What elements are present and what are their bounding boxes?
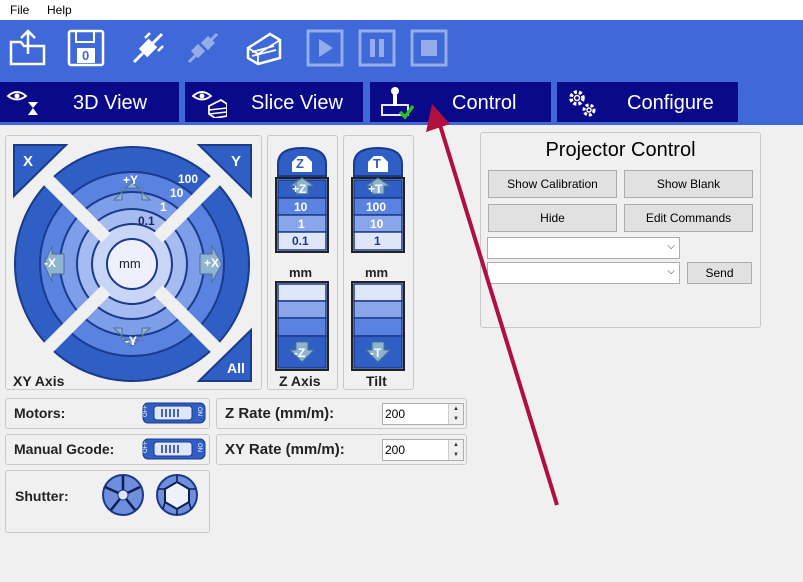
- minus-y-label: -Y: [125, 334, 137, 348]
- z-step-01: 0.1: [292, 234, 309, 248]
- z-unit-label: mm: [289, 265, 313, 280]
- tab-3d-view-label: 3D View: [73, 92, 148, 114]
- projector-control-panel: Projector Control Show Calibration Show …: [480, 132, 761, 328]
- z-axis-title: Z Axis: [279, 373, 321, 389]
- xy-rate-label: XY Rate (mm/m):: [225, 441, 345, 458]
- stop-icon[interactable]: [409, 28, 449, 68]
- home-y-label: Y: [231, 153, 242, 170]
- t-step-1: 1: [374, 234, 381, 248]
- connect-icon[interactable]: [128, 28, 168, 68]
- t-down-10-button[interactable]: [353, 300, 403, 319]
- open-folder-icon[interactable]: [8, 28, 48, 68]
- z-axis-panel: Z +Z 10 1 0.1 mm -Z Z Axis: [267, 135, 338, 390]
- t-step-10: 10: [370, 217, 384, 231]
- manual-gcode-toggle[interactable]: OFF ON: [142, 438, 206, 460]
- t-up-label: +T: [368, 182, 383, 196]
- z-rate-panel: Z Rate (mm/m): 200 ▲ ▼: [216, 398, 467, 429]
- save-icon[interactable]: 0: [66, 28, 106, 68]
- xy-rate-panel: XY Rate (mm/m): 200 ▲ ▼: [216, 434, 467, 465]
- manual-gcode-panel: Manual Gcode: OFF ON: [5, 434, 210, 465]
- z-down-01-button[interactable]: [277, 283, 327, 302]
- home-x-label: X: [23, 153, 34, 170]
- xy-rate-input[interactable]: 200 ▲ ▼: [382, 439, 464, 461]
- slice-icon[interactable]: [244, 28, 284, 68]
- motors-label: Motors:: [14, 405, 66, 421]
- t-down-100-button[interactable]: [353, 317, 403, 337]
- xy-axis-title: XY Axis: [13, 373, 65, 389]
- eye-icon: [191, 91, 227, 118]
- z-up-label: +Z: [292, 182, 307, 196]
- manual-gcode-label: Manual Gcode:: [14, 441, 115, 457]
- plus-y-label: +Y: [123, 173, 139, 187]
- z-rate-label: Z Rate (mm/m):: [225, 405, 335, 422]
- tab-control[interactable]: Control: [370, 82, 551, 122]
- plus-x-label: +X: [204, 256, 220, 270]
- z-down-1-button[interactable]: [277, 300, 327, 319]
- gcode-on-label: ON: [196, 443, 202, 452]
- play-icon[interactable]: [305, 28, 345, 68]
- home-t-label: T: [373, 156, 381, 171]
- eye-icon: [6, 91, 38, 115]
- ring-10-label: 10: [170, 186, 184, 200]
- tilt-unit-label: mm: [365, 265, 389, 280]
- chevron-down-icon: ⌵: [667, 241, 675, 252]
- toolbar: 0: [0, 20, 803, 81]
- projector-title: Projector Control: [545, 139, 696, 161]
- joystick-icon: [381, 87, 414, 120]
- z-step-1: 1: [298, 217, 305, 231]
- z-step-10: 10: [294, 200, 308, 214]
- motors-off-label: OFF: [143, 405, 149, 417]
- tab-3d-view[interactable]: 3D View: [0, 82, 179, 122]
- home-all-label: All: [227, 360, 245, 376]
- menu-bar: File Help: [0, 0, 803, 20]
- z-rate-spinner[interactable]: ▲ ▼: [448, 404, 463, 424]
- send-button[interactable]: Send: [687, 262, 752, 284]
- z-rate-value: 200: [385, 407, 406, 421]
- t-down-label: -T: [370, 346, 382, 360]
- tab-slice-view[interactable]: Slice View: [185, 82, 363, 122]
- edit-commands-button[interactable]: Edit Commands: [624, 204, 753, 232]
- tab-configure-label: Configure: [627, 92, 714, 114]
- shutter-open-icon[interactable]: [154, 473, 200, 517]
- menu-file[interactable]: File: [10, 3, 29, 17]
- gcode-off-label: OFF: [143, 441, 149, 453]
- ring-100-label: 100: [178, 172, 199, 186]
- z-down-label: -Z: [294, 346, 306, 360]
- tilt-panel: T +T 100 10 1 mm -T Tilt: [343, 135, 414, 390]
- shutter-panel: Shutter:: [5, 470, 210, 533]
- motors-panel: Motors: OFF ON: [5, 398, 210, 429]
- show-calibration-button[interactable]: Show Calibration: [488, 170, 617, 198]
- ring-1-label: 1: [160, 200, 167, 214]
- tab-control-label: Control: [452, 92, 517, 114]
- projector-device-combo[interactable]: ⌵: [487, 237, 680, 259]
- tab-slice-view-label: Slice View: [251, 92, 343, 114]
- t-step-100: 100: [366, 200, 387, 214]
- tab-bar: 3D View Slice View Control Configure: [0, 81, 803, 125]
- pause-icon[interactable]: [357, 28, 397, 68]
- shutter-closed-icon[interactable]: [100, 473, 146, 517]
- minus-x-label: -X: [44, 256, 56, 270]
- tab-configure[interactable]: Configure: [557, 82, 738, 122]
- show-blank-button[interactable]: Show Blank: [624, 170, 753, 198]
- ring-01-label: 0.1: [138, 214, 155, 228]
- motors-on-label: ON: [196, 407, 202, 416]
- xy-rate-spinner[interactable]: ▲ ▼: [448, 440, 463, 460]
- disconnect-icon[interactable]: [183, 28, 223, 68]
- z-rate-input[interactable]: 200 ▲ ▼: [382, 403, 464, 425]
- menu-help[interactable]: Help: [47, 3, 72, 17]
- z-down-10-button[interactable]: [277, 317, 327, 337]
- motors-toggle[interactable]: OFF ON: [142, 402, 206, 424]
- projector-command-combo[interactable]: ⌵: [487, 262, 680, 284]
- tilt-title: Tilt: [366, 373, 387, 389]
- chevron-down-icon: ⌵: [667, 266, 675, 277]
- xy-rate-value: 200: [385, 443, 406, 457]
- xy-axis-panel: X Y All +Y -Y -X +X 100 10 1 0.1 mm XY A…: [5, 135, 262, 390]
- xy-center-label: mm: [119, 256, 141, 271]
- hide-button[interactable]: Hide: [488, 204, 617, 232]
- shutter-label: Shutter:: [15, 488, 69, 504]
- save-badge: 0: [82, 48, 90, 63]
- t-down-1-button[interactable]: [353, 283, 403, 302]
- home-z-label: Z: [296, 156, 304, 171]
- gears-icon: [569, 90, 596, 117]
